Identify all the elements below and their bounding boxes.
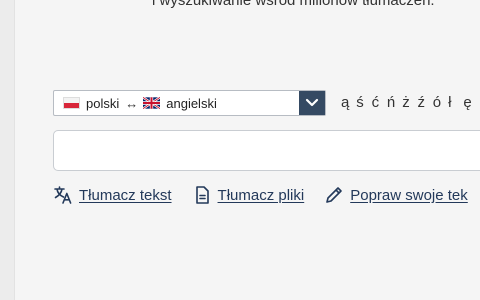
correct-text-link[interactable]: Popraw swoje tek xyxy=(350,187,468,204)
char-c-acute[interactable]: ć xyxy=(372,94,387,112)
chevron-down-icon xyxy=(305,98,319,107)
special-characters: ą ś ć ń ż ź ó ł ę xyxy=(341,94,479,112)
search-input[interactable] xyxy=(53,130,480,171)
swap-arrows-icon: ↔ xyxy=(125,95,139,111)
correct-text-action[interactable]: Popraw swoje tek xyxy=(324,185,468,205)
translate-text-link[interactable]: Tłumacz tekst xyxy=(79,187,172,204)
char-e-ogonek[interactable]: ę xyxy=(463,94,478,112)
language-pair-select[interactable]: polski ↔ angielski xyxy=(53,90,326,116)
action-links: Tłumacz tekst Tłumacz pliki Popraw swoje… xyxy=(53,185,480,205)
char-n-acute[interactable]: ń xyxy=(387,94,402,112)
char-z-acute[interactable]: ź xyxy=(417,94,432,112)
target-language: angielski xyxy=(166,95,217,111)
uk-flag-icon xyxy=(143,97,161,109)
char-z-dot[interactable]: ż xyxy=(402,94,417,112)
document-icon xyxy=(192,185,212,205)
char-a-ogonek[interactable]: ą xyxy=(341,94,356,112)
char-s-acute[interactable]: ś xyxy=(356,94,371,112)
tagline: i wyszukiwanie wśród milionów tłumaczeń. xyxy=(152,0,435,9)
dropdown-button[interactable] xyxy=(299,91,325,115)
source-language: polski xyxy=(86,95,120,111)
pencil-icon xyxy=(324,185,344,205)
poland-flag-icon xyxy=(63,97,80,109)
translate-icon xyxy=(53,185,73,205)
translate-text-action[interactable]: Tłumacz tekst xyxy=(53,185,172,205)
char-l-stroke[interactable]: ł xyxy=(448,94,463,112)
translate-files-link[interactable]: Tłumacz pliki xyxy=(218,187,305,204)
language-pair-value: polski ↔ angielski xyxy=(54,96,299,111)
char-o-acute[interactable]: ó xyxy=(433,94,448,112)
translate-files-action[interactable]: Tłumacz pliki xyxy=(192,185,305,205)
